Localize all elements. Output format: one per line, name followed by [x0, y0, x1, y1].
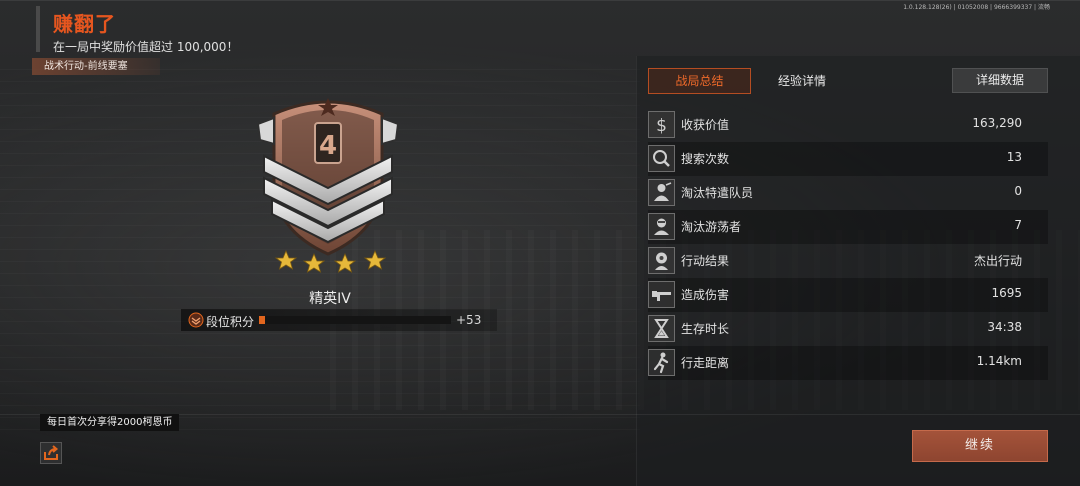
rank-points-icon [188, 312, 204, 328]
wanderer-icon [648, 213, 675, 240]
rank-stars [274, 249, 394, 273]
stat-label: 生存时长 [681, 322, 730, 336]
share-button[interactable] [40, 442, 62, 464]
stat-label: 搜索次数 [681, 152, 730, 166]
top-divider [0, 0, 1080, 1]
mode-tag: 战术行动-前线要塞 [32, 58, 160, 75]
share-reward-tip: 每日首次分享得2000柯恩币 [40, 414, 180, 431]
tab-battle-summary[interactable]: 战局总结 [648, 68, 751, 94]
rank-star [333, 252, 357, 273]
header-accent-bar [36, 6, 40, 52]
stat-value: 163,290 [972, 116, 1022, 130]
hourglass-icon [648, 315, 675, 342]
stat-value: 7 [1014, 218, 1022, 232]
dollar-icon: $ [648, 111, 675, 138]
share-icon [41, 445, 61, 467]
stat-label: 行动结果 [681, 254, 730, 268]
stat-label: 造成伤害 [681, 288, 730, 302]
version-text: 1.0.128.128(26) | 01052008 | 9666399337 … [903, 4, 1050, 11]
rank-points-row: 段位积分 +53 [181, 309, 497, 331]
stat-value: 1.14km [976, 354, 1022, 368]
rank-star [302, 252, 326, 273]
stat-row: 搜索次数 13 [648, 142, 1048, 176]
rank-star [274, 249, 298, 270]
rank-points-label: 段位积分 [206, 315, 255, 329]
rank-points-bar [259, 316, 451, 324]
svg-text:$: $ [656, 116, 667, 136]
operator-icon [648, 179, 675, 206]
stat-row: 淘汰特遣队员 0 [648, 176, 1048, 210]
stat-row: 生存时长 34:38 [648, 312, 1048, 346]
stat-row: 造成伤害 1695 [648, 278, 1048, 312]
stat-value: 0 [1014, 184, 1022, 198]
stat-label: 行走距离 [681, 356, 730, 370]
rifle-icon [648, 281, 675, 308]
continue-button[interactable]: 继续 [912, 430, 1048, 462]
stat-value: 34:38 [987, 320, 1022, 334]
stat-value: 1695 [991, 286, 1022, 300]
stats-list: $ 收获价值 163,290 搜索次数 13 淘汰特遣队员 0 淘汰游荡者 7 … [648, 108, 1048, 380]
stat-label: 淘汰游荡者 [681, 220, 742, 234]
stat-row: 行走距离 1.14km [648, 346, 1048, 380]
stat-value: 13 [1006, 150, 1022, 164]
stat-label: 收获价值 [681, 118, 730, 132]
tab-experience-details[interactable]: 经验详情 [762, 68, 842, 94]
rank-name: 精英IV [309, 291, 351, 307]
stat-value: 杰出行动 [973, 254, 1022, 268]
stat-row: 行动结果 杰出行动 [648, 244, 1048, 278]
rank-emblem: 4 [252, 90, 404, 260]
rank-points-delta: +53 [456, 313, 482, 327]
rank-star [363, 249, 387, 270]
search-icon [648, 145, 675, 172]
result-title: 赚翻了 [53, 12, 116, 36]
rank-level-number: 4 [319, 131, 337, 161]
stat-row: $ 收获价值 163,290 [648, 108, 1048, 142]
result-icon [648, 247, 675, 274]
result-subtitle: 在一局中奖励价值超过 100,000！ [53, 40, 239, 54]
rank-points-bar-fill [259, 316, 265, 324]
stat-row: 淘汰游荡者 7 [648, 210, 1048, 244]
running-icon [648, 349, 675, 376]
detailed-data-button[interactable]: 详细数据 [952, 68, 1048, 93]
stat-label: 淘汰特遣队员 [681, 186, 754, 200]
